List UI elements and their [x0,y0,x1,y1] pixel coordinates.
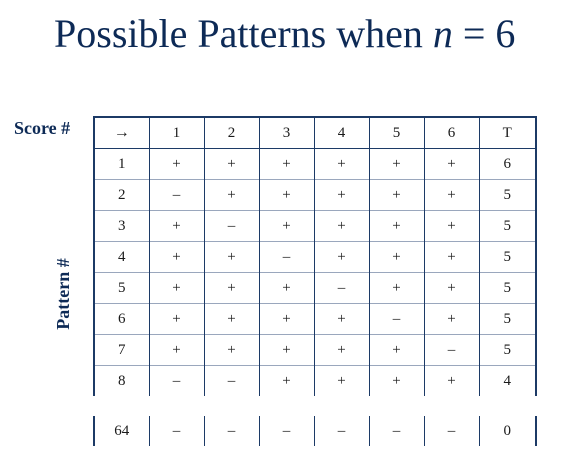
score-sign-cell: – [314,272,370,304]
total-cell: 5 [479,210,537,242]
score-sign-cell: + [424,303,480,335]
score-sign-cell: + [369,148,425,180]
score-column-header: 2 [204,117,260,149]
row-label-cell: 3 [93,210,150,242]
score-sign-cell: – [259,241,315,273]
score-sign-cell: + [314,210,370,242]
score-column-header: 5 [369,117,425,149]
pattern-row: 3 + – + + + +5 [93,210,537,242]
score-sign-cell: + [424,241,480,273]
score-sign-cell: – [314,416,370,446]
title-suffix: = 6 [452,11,516,56]
score-sign-cell: + [314,241,370,273]
row-label-cell: 4 [93,241,150,273]
score-sign-cell: + [314,179,370,211]
score-sign-cell: + [149,334,205,366]
score-sign-cell: – [149,365,205,396]
row-label-cell: 6 [93,303,150,335]
score-sign-cell: + [204,148,260,180]
total-column-header: T [479,117,537,149]
score-sign-cell: – [204,210,260,242]
score-sign-cell: + [204,179,260,211]
pattern-row: 7 + + + + + –5 [93,334,537,366]
score-sign-cell: + [369,334,425,366]
score-sign-cell: + [204,334,260,366]
score-sign-cell: + [259,179,315,211]
score-sign-cell: – [149,179,205,211]
score-sign-cell: + [314,303,370,335]
score-sign-cell: + [149,210,205,242]
score-sign-cell: + [369,179,425,211]
row-label-cell: 2 [93,179,150,211]
pattern-row: 6 + + + + – +5 [93,303,537,335]
row-label-cell: 64 [93,416,150,446]
row-label-cell: 5 [93,272,150,304]
total-cell: 5 [479,303,537,335]
score-sign-cell: + [369,365,425,396]
score-sign-cell: + [424,365,480,396]
score-sign-cell: + [314,148,370,180]
score-sign-cell: + [424,148,480,180]
patterns-table: → 1 2 3 4 5 6 T 1 + + + + + +6 2– + + + + +5 3 + – + + + +5 4 + + – + + +5… [93,116,537,396]
score-sign-cell: + [204,272,260,304]
score-column-header: 3 [259,117,315,149]
row-label-cell: 8 [93,365,150,396]
total-cell: 4 [479,365,537,396]
score-sign-cell: + [369,210,425,242]
score-sign-cell: + [259,210,315,242]
score-sign-cell: + [369,272,425,304]
header-row: → 1 2 3 4 5 6 T [93,117,537,149]
pattern-row: 8– – + + + +4 [93,365,537,396]
row-label-cell: 7 [93,334,150,366]
score-sign-cell: – [424,416,480,446]
pattern-row: 64– – – – – –0 [93,416,537,446]
score-sign-cell: + [149,303,205,335]
score-sign-cell: + [259,365,315,396]
score-sign-cell: + [314,334,370,366]
score-sign-cell: – [204,416,260,446]
page-title: Possible Patterns when n = 6 [0,8,565,60]
total-cell: 5 [479,179,537,211]
total-cell: 5 [479,334,537,366]
score-sign-cell: + [314,365,370,396]
pattern-row: 1 + + + + + +6 [93,148,537,180]
score-sign-cell: + [369,241,425,273]
score-sign-cell: + [259,334,315,366]
score-column-header: 6 [424,117,480,149]
score-sign-cell: + [424,272,480,304]
title-variable: n [432,11,453,56]
score-sign-cell: – [149,416,205,446]
pattern-axis-label: Pattern # [53,258,73,330]
total-cell: 5 [479,272,537,304]
last-pattern-table: 64– – – – – –0 [93,416,537,446]
score-sign-cell: + [259,148,315,180]
total-cell: 0 [479,416,537,446]
score-sign-cell: + [259,303,315,335]
score-column-header: 4 [314,117,370,149]
score-sign-cell: + [204,303,260,335]
score-sign-cell: – [369,416,425,446]
score-sign-cell: + [149,272,205,304]
pattern-row: 2– + + + + +5 [93,179,537,211]
total-cell: 6 [479,148,537,180]
pattern-row: 5 + + + – + +5 [93,272,537,304]
score-sign-cell: + [149,148,205,180]
score-sign-cell: – [259,416,315,446]
score-sign-cell: + [424,210,480,242]
score-sign-cell: + [204,241,260,273]
arrow-icon: → [93,117,150,149]
total-cell: 5 [479,241,537,273]
score-column-header: 1 [149,117,205,149]
score-sign-cell: – [204,365,260,396]
score-sign-cell: + [259,272,315,304]
score-sign-cell: – [424,334,480,366]
row-label-cell: 1 [93,148,150,180]
score-sign-cell: + [149,241,205,273]
score-sign-cell: + [424,179,480,211]
pattern-row: 4 + + – + + +5 [93,241,537,273]
title-prefix: Possible Patterns when [54,11,433,56]
score-sign-cell: – [369,303,425,335]
score-axis-label: Score # [14,118,71,138]
